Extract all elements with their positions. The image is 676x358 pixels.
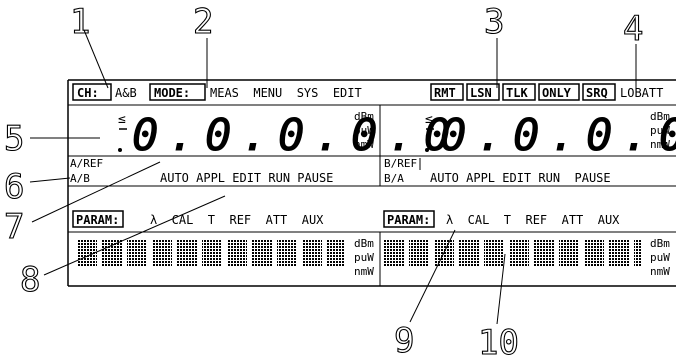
unit-dbm-b: dBm bbox=[650, 110, 670, 123]
sign-indicator-b: ≤ bbox=[425, 112, 433, 127]
lcd-display-diagram: 1 2 3 4 5 6 7 8 9 10 CH: A&B MODE: MEAS … bbox=[0, 0, 676, 358]
ratio-label-b: B/A bbox=[384, 172, 404, 185]
callout-9: 9 bbox=[394, 321, 414, 358]
ch-label: CH: bbox=[77, 86, 99, 100]
ref-label-a: A/REF bbox=[70, 157, 103, 170]
param-row-a: λ CAL T REF ATT AUX bbox=[150, 213, 324, 227]
ref-label-b: B/REF bbox=[384, 157, 417, 170]
sign-indicator-a: ≤ bbox=[118, 112, 126, 127]
unit-nmw-b: nmW bbox=[650, 138, 670, 151]
unit-nmw-b2: nmW bbox=[650, 265, 670, 278]
lobatt-indicator: LOBATT bbox=[620, 86, 663, 100]
callout-6: 6 bbox=[4, 167, 24, 207]
dot-matrix-a bbox=[77, 239, 345, 266]
callout-3: 3 bbox=[484, 2, 504, 42]
unit-nmw-a2: nmW bbox=[354, 265, 374, 278]
unit-puw-b: puW bbox=[650, 124, 670, 137]
unit-dbm-a: dBm bbox=[354, 110, 374, 123]
unit-nmw-a: nmW bbox=[354, 138, 374, 151]
callout-5: 5 bbox=[4, 119, 24, 159]
flag-srq: SRQ bbox=[586, 86, 608, 100]
flag-tlk: TLK bbox=[506, 86, 528, 100]
dot-matrix-b bbox=[384, 239, 642, 266]
callout-10: 10 bbox=[478, 323, 519, 358]
mode-label: MODE: bbox=[154, 86, 190, 100]
mode-items: MEAS MENU SYS EDIT bbox=[210, 86, 362, 100]
unit-dbm-a2: dBm bbox=[354, 237, 374, 250]
param-label-a: PARAM: bbox=[76, 213, 119, 227]
callout-1: 1 bbox=[70, 2, 90, 42]
top-status-bar: CH: A&B MODE: MEAS MENU SYS EDIT RMT LSN… bbox=[72, 83, 663, 101]
callout-2: 2 bbox=[193, 2, 213, 42]
callout-8: 8 bbox=[20, 260, 40, 300]
flag-only: ONLY bbox=[542, 86, 572, 100]
callout-4: 4 bbox=[623, 9, 643, 49]
flag-rmt: RMT bbox=[434, 86, 456, 100]
unit-dbm-b2: dBm bbox=[650, 237, 670, 250]
callout-7: 7 bbox=[4, 207, 24, 247]
param-row-b: λ CAL T REF ATT AUX bbox=[446, 213, 620, 227]
ch-value: A&B bbox=[115, 86, 137, 100]
unit-puw-a: puW bbox=[354, 124, 374, 137]
diagram-canvas: 1 2 3 4 5 6 7 8 9 10 CH: A&B MODE: MEAS … bbox=[3, 1, 676, 358]
digits-b: 0.0.0.0.0 bbox=[440, 110, 676, 161]
ratio-label-a: A/B bbox=[70, 172, 90, 185]
unit-puw-a2: puW bbox=[354, 251, 374, 264]
flag-lsn: LSN bbox=[470, 86, 492, 100]
unit-puw-b2: puW bbox=[650, 251, 670, 264]
digits-a: 0.0.0.0.0 bbox=[132, 110, 460, 161]
mode-row-a: AUTO APPL EDIT RUN PAUSE bbox=[160, 171, 333, 185]
param-label-b: PARAM: bbox=[387, 213, 430, 227]
mode-row-b: AUTO APPL EDIT RUN PAUSE bbox=[430, 171, 611, 185]
